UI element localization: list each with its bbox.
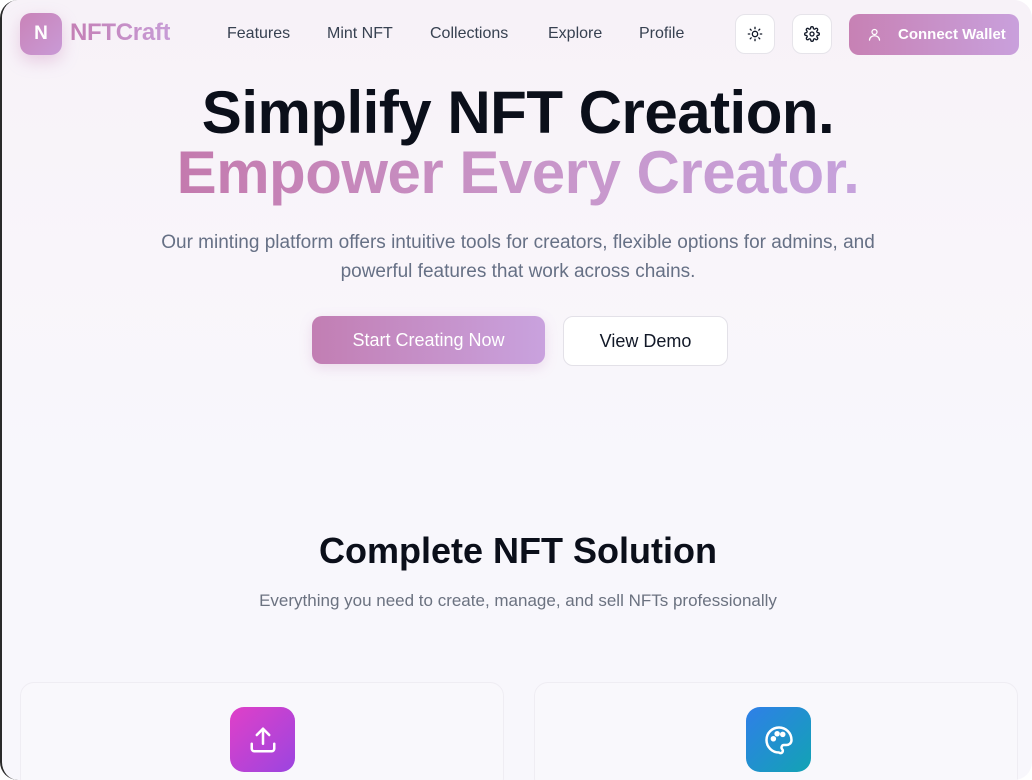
brand-logo[interactable]: N	[20, 13, 62, 55]
nav-link-profile[interactable]: Profile	[639, 25, 684, 43]
brand-logo-letter: N	[34, 23, 48, 44]
feature-icon-upload-tile	[230, 707, 295, 772]
brand-name[interactable]: NFTCraft	[70, 19, 171, 47]
nav-link-collections[interactable]: Collections	[430, 25, 508, 43]
features-title: Complete NFT Solution	[319, 530, 717, 571]
connect-wallet-label: Connect Wallet	[898, 26, 1006, 43]
nav-link-mint-nft[interactable]: Mint NFT	[327, 25, 393, 43]
user-icon	[868, 28, 881, 41]
start-creating-button[interactable]: Start Creating Now	[312, 316, 545, 364]
navbar: N NFTCraft Features Mint NFT Collections…	[2, 0, 1032, 70]
app-frame: N NFTCraft Features Mint NFT Collections…	[0, 0, 1032, 780]
hero-lead-line-2: powerful features that work across chain…	[340, 261, 696, 282]
feature-icon-palette-tile	[746, 707, 811, 772]
hero-title-gradient-text: Empower Every Creator.	[176, 139, 860, 206]
gear-icon	[804, 26, 820, 42]
connect-wallet-button[interactable]: Connect Wallet	[849, 14, 1019, 55]
hero-title-line-2: Empower Every Creator.	[2, 138, 1032, 207]
palette-icon	[764, 725, 793, 754]
hero-lead: Our minting platform offers intuitive to…	[2, 228, 1032, 286]
nav-link-features[interactable]: Features	[227, 25, 290, 43]
sun-icon	[747, 26, 763, 42]
features-subtitle: Everything you need to create, manage, a…	[259, 591, 777, 610]
settings-button[interactable]	[792, 14, 832, 54]
view-demo-button[interactable]: View Demo	[563, 316, 728, 366]
hero-lead-line-1: Our minting platform offers intuitive to…	[161, 232, 875, 253]
nav-link-explore[interactable]: Explore	[548, 25, 602, 43]
hero-title-line-1: Simplify NFT Creation.	[201, 79, 835, 146]
upload-icon	[250, 727, 275, 752]
theme-toggle-button[interactable]	[735, 14, 775, 54]
